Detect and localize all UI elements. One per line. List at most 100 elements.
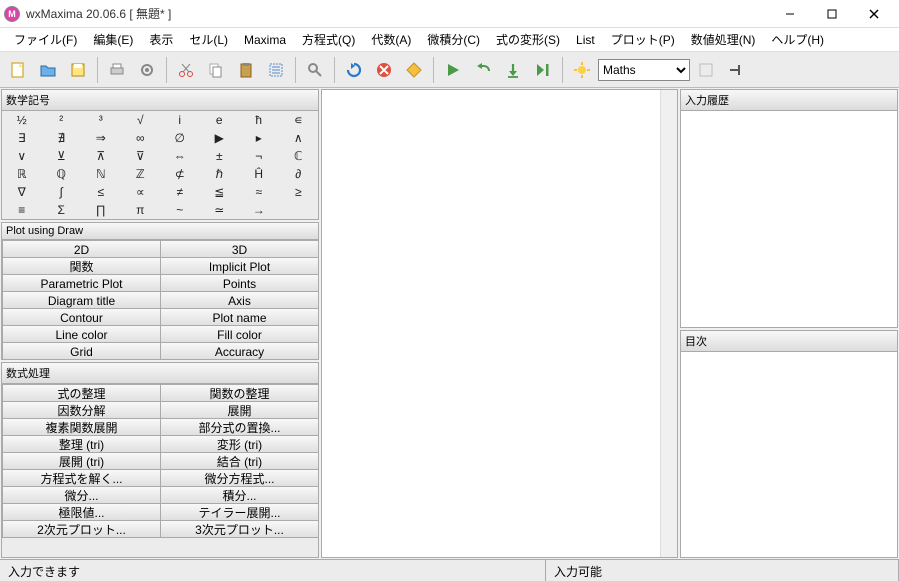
panel-button[interactable]: 部分式の置換... bbox=[160, 418, 319, 436]
symbol-button[interactable]: ~ bbox=[160, 201, 200, 219]
run-all-icon[interactable] bbox=[499, 56, 527, 84]
symbol-button[interactable]: ≦ bbox=[200, 183, 240, 201]
cell-style-select[interactable]: Maths bbox=[598, 59, 690, 81]
panel-button[interactable]: 結合 (tri) bbox=[160, 452, 319, 470]
step-icon[interactable] bbox=[529, 56, 557, 84]
symbol-button[interactable]: ∫ bbox=[42, 183, 82, 201]
menu-list[interactable]: List bbox=[568, 30, 603, 50]
panel-button[interactable]: Plot name bbox=[160, 308, 319, 326]
menu-algebra[interactable]: 代数(A) bbox=[363, 28, 419, 51]
select-all-icon[interactable] bbox=[262, 56, 290, 84]
print-icon[interactable] bbox=[103, 56, 131, 84]
symbol-button[interactable]: ³ bbox=[81, 111, 121, 129]
panel-button[interactable]: 極限値... bbox=[2, 503, 161, 521]
symbol-button[interactable]: ▸ bbox=[239, 129, 279, 147]
symbol-button[interactable]: ≃ bbox=[200, 201, 240, 219]
panel-button[interactable]: 2D bbox=[2, 240, 161, 258]
panel-button[interactable]: テイラー展開... bbox=[160, 503, 319, 521]
find-icon[interactable] bbox=[301, 56, 329, 84]
panel-button[interactable]: 3次元プロット... bbox=[160, 520, 319, 538]
close-button[interactable] bbox=[853, 0, 895, 28]
panel-button[interactable]: 方程式を解く... bbox=[2, 469, 161, 487]
symbol-button[interactable]: ≤ bbox=[81, 183, 121, 201]
symbol-button[interactable]: ⊄ bbox=[160, 165, 200, 183]
menu-help[interactable]: ヘルプ(H) bbox=[763, 28, 832, 51]
symbol-button[interactable]: ℤ bbox=[121, 165, 161, 183]
panel-button[interactable]: Fill color bbox=[160, 325, 319, 343]
save-file-icon[interactable] bbox=[64, 56, 92, 84]
symbol-button[interactable]: ¬ bbox=[239, 147, 279, 165]
symbol-button[interactable]: ⊼ bbox=[81, 147, 121, 165]
panel-button[interactable]: Accuracy bbox=[160, 342, 319, 360]
new-file-icon[interactable] bbox=[4, 56, 32, 84]
panel-button[interactable]: 因数分解 bbox=[2, 401, 161, 419]
toc-body[interactable] bbox=[681, 352, 897, 557]
menu-cell[interactable]: セル(L) bbox=[181, 28, 236, 51]
symbol-button[interactable]: ∅ bbox=[160, 129, 200, 147]
panel-button[interactable]: 展開 (tri) bbox=[2, 452, 161, 470]
menu-numeric[interactable]: 数値処理(N) bbox=[683, 28, 764, 51]
panel-button[interactable]: 3D bbox=[160, 240, 319, 258]
panel-button[interactable]: 変形 (tri) bbox=[160, 435, 319, 453]
panel-button[interactable]: 複素関数展開 bbox=[2, 418, 161, 436]
symbol-button[interactable]: Ĥ bbox=[239, 165, 279, 183]
panel-button[interactable]: 展開 bbox=[160, 401, 319, 419]
symbol-button[interactable]: ∏ bbox=[81, 201, 121, 219]
symbol-button[interactable]: ∇ bbox=[2, 183, 42, 201]
symbol-button[interactable]: ⊽ bbox=[121, 147, 161, 165]
symbol-button[interactable]: ℏ bbox=[200, 165, 240, 183]
symbol-button[interactable]: ħ bbox=[239, 111, 279, 129]
panel-button[interactable]: 関数 bbox=[2, 257, 161, 275]
panel-button[interactable]: Points bbox=[160, 274, 319, 292]
toggle-icon[interactable] bbox=[722, 56, 750, 84]
minimize-button[interactable] bbox=[769, 0, 811, 28]
panel-button[interactable]: Axis bbox=[160, 291, 319, 309]
symbol-button[interactable]: ∊ bbox=[279, 111, 319, 129]
symbol-button[interactable]: ⇒ bbox=[81, 129, 121, 147]
symbol-button[interactable]: ▶ bbox=[200, 129, 240, 147]
symbol-button[interactable]: ∂ bbox=[279, 165, 319, 183]
menu-maxima[interactable]: Maxima bbox=[236, 30, 294, 50]
symbol-button[interactable]: ≠ bbox=[160, 183, 200, 201]
animate-icon[interactable] bbox=[568, 56, 596, 84]
open-file-icon[interactable] bbox=[34, 56, 62, 84]
panel-button[interactable]: Grid bbox=[2, 342, 161, 360]
symbol-button[interactable]: e bbox=[200, 111, 240, 129]
panel-button[interactable]: 関数の整理 bbox=[160, 384, 319, 402]
symbol-button[interactable]: Σ bbox=[42, 201, 82, 219]
paste-icon[interactable] bbox=[232, 56, 260, 84]
symbol-button[interactable]: ± bbox=[200, 147, 240, 165]
symbol-button[interactable]: i bbox=[160, 111, 200, 129]
maximize-button[interactable] bbox=[811, 0, 853, 28]
menu-plot[interactable]: プロット(P) bbox=[603, 28, 683, 51]
editor-content[interactable] bbox=[322, 90, 660, 557]
symbol-button[interactable]: ∄ bbox=[42, 129, 82, 147]
symbol-button[interactable]: → bbox=[239, 201, 279, 219]
menu-calculus[interactable]: 微積分(C) bbox=[419, 28, 488, 51]
undo-icon[interactable] bbox=[469, 56, 497, 84]
copy-icon[interactable] bbox=[202, 56, 230, 84]
symbol-button[interactable]: ≈ bbox=[239, 183, 279, 201]
panel-button[interactable]: 式の整理 bbox=[2, 384, 161, 402]
symbol-button[interactable]: ½ bbox=[2, 111, 42, 129]
symbol-button[interactable]: ∃ bbox=[2, 129, 42, 147]
editor-area[interactable] bbox=[321, 89, 678, 558]
panel-button[interactable]: Parametric Plot bbox=[2, 274, 161, 292]
restart-icon[interactable] bbox=[340, 56, 368, 84]
panel-button[interactable]: 2次元プロット... bbox=[2, 520, 161, 538]
symbol-button[interactable]: ⇔ bbox=[160, 147, 200, 165]
panel-button[interactable]: Contour bbox=[2, 308, 161, 326]
symbol-button[interactable]: ℂ bbox=[279, 147, 319, 165]
panel-button[interactable]: 積分... bbox=[160, 486, 319, 504]
symbol-button[interactable]: ∧ bbox=[279, 129, 319, 147]
run-icon[interactable] bbox=[439, 56, 467, 84]
symbol-button[interactable]: ² bbox=[42, 111, 82, 129]
symbol-button[interactable]: ℕ bbox=[81, 165, 121, 183]
symbol-button[interactable]: ℝ bbox=[2, 165, 42, 183]
symbol-button[interactable]: ∨ bbox=[2, 147, 42, 165]
settings-icon[interactable] bbox=[133, 56, 161, 84]
history-body[interactable] bbox=[681, 111, 897, 327]
symbol-button[interactable]: ≡ bbox=[2, 201, 42, 219]
interrupt-icon[interactable] bbox=[400, 56, 428, 84]
menu-equation[interactable]: 方程式(Q) bbox=[294, 28, 363, 51]
